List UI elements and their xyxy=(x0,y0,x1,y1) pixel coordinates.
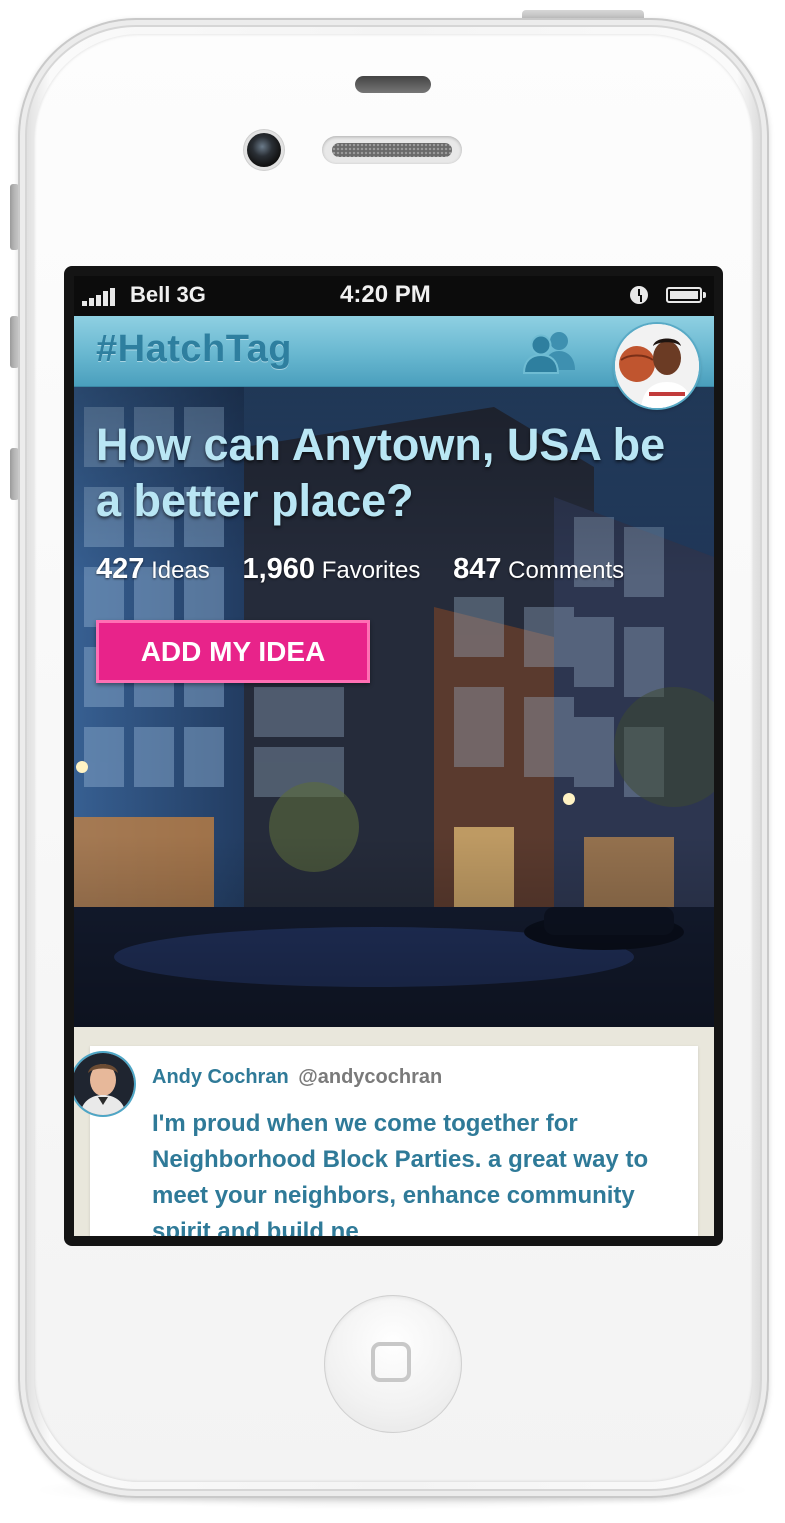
stat-comments[interactable]: 847 Comments xyxy=(453,553,624,586)
earpiece xyxy=(322,136,462,164)
stat-ideas[interactable]: 427 Ideas xyxy=(96,553,210,586)
stat-favorites[interactable]: 1,960 Favorites xyxy=(242,553,420,586)
status-time: 4:20 PM xyxy=(340,281,431,308)
carrier-label: Bell 3G xyxy=(130,282,206,307)
feed-author: Andy Cochran @andycochran xyxy=(152,1066,442,1089)
author-avatar[interactable] xyxy=(74,1053,134,1115)
user-avatar[interactable] xyxy=(615,324,699,408)
people-icon[interactable] xyxy=(522,330,578,374)
signal-icon xyxy=(82,288,120,306)
hero: How can Anytown, USA be a better place? … xyxy=(74,387,714,1027)
screen: Bell 3G 4:20 PM #HatchTag How can Anytow… xyxy=(74,276,714,1236)
add-idea-button[interactable]: ADD MY IDEA xyxy=(96,620,370,683)
speaker-slot xyxy=(355,76,431,93)
author-handle[interactable]: @andycochran xyxy=(298,1066,442,1088)
status-bar: Bell 3G 4:20 PM xyxy=(74,276,714,316)
home-button[interactable] xyxy=(324,1295,462,1433)
home-square-icon xyxy=(371,1342,411,1382)
battery-icon xyxy=(666,287,706,303)
author-name[interactable]: Andy Cochran xyxy=(152,1066,289,1088)
alarm-icon xyxy=(630,286,648,304)
stats-row: 427 Ideas 1,960 Favorites 847 Comments xyxy=(96,553,650,586)
front-camera xyxy=(247,133,281,167)
earpiece-grill xyxy=(332,143,452,157)
hero-question: How can Anytown, USA be a better place? xyxy=(96,419,666,526)
feed-post-text: I'm proud when we come together for Neig… xyxy=(152,1110,649,1236)
brand-logo[interactable]: #HatchTag xyxy=(96,328,292,371)
